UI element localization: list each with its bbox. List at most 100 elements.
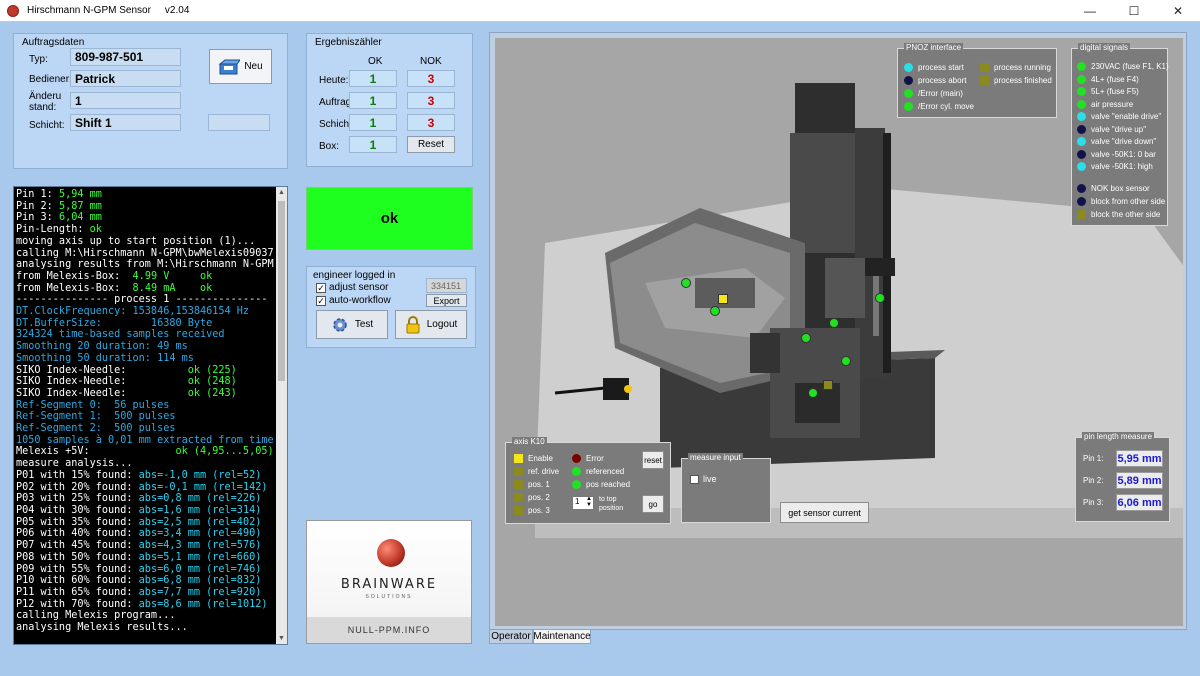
export-button[interactable]: Export [426, 294, 467, 307]
pin2-label: Pin 2: [1083, 476, 1104, 485]
scroll-up-icon[interactable]: ▲ [278, 189, 285, 196]
pin1-label: Pin 1: [1083, 454, 1104, 463]
test-button[interactable]: Test [316, 310, 388, 339]
signal-label: process running [994, 63, 1051, 72]
log-lines: Pin 1: 5,94 mm Pin 2: 5,87 mm Pin 3: 6,04 … [16, 189, 278, 634]
status-led-icon [904, 76, 913, 85]
get-sensor-current-button[interactable]: get sensor current [780, 502, 869, 523]
status-led-icon [1077, 112, 1086, 121]
type-field[interactable]: 809-987-501 [70, 48, 181, 66]
machine-3d-view[interactable]: PNOZ interface process start process abor… [495, 38, 1183, 626]
tab-operator[interactable]: Operator [489, 629, 533, 644]
live-checkbox[interactable] [690, 475, 699, 484]
log-text: from Melexis-Box: [16, 270, 133, 282]
status-led-icon [1077, 87, 1086, 96]
log-line: Pin-Length: ok [16, 224, 278, 236]
log-text: P02 with 20% found: [16, 481, 139, 493]
status-led-icon [1077, 74, 1086, 84]
axis-reset-button[interactable]: reset [642, 451, 664, 469]
signal-label: valve -50K1: 0 bar [1091, 149, 1156, 159]
minimize-button[interactable]: — [1068, 0, 1112, 22]
status-led-icon [572, 467, 581, 476]
log-text: --------------- process 1 --------------… [16, 294, 268, 306]
log-scroll-thumb[interactable] [278, 201, 285, 381]
log-value: abs=-1,0 mm (rel=52) [138, 469, 262, 481]
engineer-panel: engineer logged in 334151 ✓ adjust senso… [306, 266, 476, 348]
status-led-icon [1077, 62, 1086, 71]
signal-indicator: 5L+ (fuse F5) [1077, 87, 1139, 96]
gear-icon [333, 317, 347, 332]
log-line: DT.BufferSize: 16380 Byte [16, 318, 278, 330]
signal-label: air pressure [1091, 99, 1134, 109]
change-field[interactable]: 1 [70, 92, 181, 109]
log-value: abs=4,3 mm (rel=576) [138, 540, 262, 552]
log-text: Ref-Segment 0: 56 pulses [16, 399, 170, 411]
signal-indicator: process start [904, 63, 964, 72]
new-order-button[interactable]: Neu [209, 49, 272, 84]
signal-label: valve -50K1: high [1091, 162, 1153, 171]
signal-label: process finished [994, 76, 1052, 85]
machine-status-led-icon [681, 278, 691, 288]
type-label: Typ: [29, 54, 48, 65]
log-value: abs=3,4 mm (rel=490) [138, 528, 262, 540]
status-led-icon [1077, 197, 1086, 206]
log-scrollbar[interactable]: ▲ ▼ [276, 187, 287, 644]
close-button[interactable]: ✕ [1156, 0, 1200, 22]
log-value: abs=7,7 mm (rel=920) [138, 586, 262, 598]
log-line: from Melexis-Box: 4.99 V ok [16, 271, 278, 283]
log-line: P01 with 15% found: abs=-1,0 mm (rel=52) [16, 470, 278, 482]
tab-maintenance[interactable]: Maintenance [533, 629, 591, 644]
shift-ok-count: 1 [349, 114, 397, 131]
log-value: 6,04 mm [58, 212, 102, 224]
log-value: ok (248) [187, 376, 237, 388]
status-square-icon [514, 480, 523, 489]
log-line: calling M:\Hirschmann N-GPM\bwMelexis090… [16, 248, 278, 260]
log-line: SIKO Index-Needle: ok (243) [16, 388, 278, 400]
status-square-icon [514, 467, 523, 476]
log-value: abs=-0,1 mm (rel=142) [138, 481, 268, 493]
reset-counter-button[interactable]: Reset [407, 136, 455, 153]
logout-button[interactable]: Logout [395, 310, 467, 339]
log-text: 1050 samples à 0,01 mm extracted from ti… [16, 434, 274, 446]
lock-icon [406, 315, 420, 333]
log-line: P08 with 50% found: abs=5,1 mm (rel=660) [16, 552, 278, 564]
to-top-label: to top position [599, 496, 624, 512]
shift-extra-field[interactable] [208, 114, 270, 131]
log-value: abs=8,6 mm (rel=1012) [138, 598, 268, 610]
machine-status-led-icon [710, 306, 720, 316]
operator-field[interactable]: Patrick [70, 70, 181, 87]
log-line: Smoothing 20 duration: 49 ms [16, 341, 278, 353]
signal-indicator: /Error cyl. move [904, 102, 974, 111]
signal-indicator: 4L+ (fuse F4) [1077, 74, 1139, 84]
log-text: P03 with 25% found: [16, 493, 139, 505]
log-line: P03 with 25% found: abs=0,8 mm (rel=226) [16, 493, 278, 505]
log-value: 5,94 mm [58, 189, 102, 200]
scroll-down-icon[interactable]: ▼ [278, 635, 285, 642]
maximize-button[interactable]: ☐ [1112, 0, 1156, 22]
shift-label: Schicht: [29, 120, 65, 131]
status-led-icon [1077, 149, 1086, 159]
box-count: 1 [349, 136, 397, 153]
adjust-sensor-label: adjust sensor [329, 282, 389, 293]
app-version: v2.04 [164, 5, 190, 16]
axis-position-stepper[interactable]: 1 ▲ ▼ [572, 496, 594, 510]
signal-indicator: process finished [980, 76, 1052, 85]
pin3-value: 6,06 mm [1116, 494, 1163, 511]
log-line: P04 with 30% found: abs=1,6 mm (rel=314) [16, 505, 278, 517]
stepper-arrows-icon[interactable]: ▲ ▼ [586, 496, 592, 508]
shift-field[interactable]: Shift 1 [70, 114, 181, 131]
adjust-sensor-checkbox[interactable]: ✓ [316, 283, 326, 293]
log-text: SIKO Index-Needle: [16, 387, 188, 399]
log-line: Ref-Segment 0: 56 pulses [16, 400, 278, 412]
log-line: P05 with 35% found: abs=2,5 mm (rel=402) [16, 517, 278, 529]
status-square-icon [514, 493, 523, 502]
signal-indicator: /Error (main) [904, 89, 963, 98]
axis-go-button[interactable]: go [642, 495, 664, 513]
log-text: Smoothing 50 duration: 114 ms [16, 352, 194, 364]
window-title: Hirschmann N-GPM Sensor [27, 5, 151, 16]
log-text: P04 with 30% found: [16, 504, 139, 516]
auto-workflow-checkbox[interactable]: ✓ [316, 296, 326, 306]
log-console[interactable]: Pin 1: 5,94 mm Pin 2: 5,87 mm Pin 3: 6,04 … [13, 186, 288, 645]
log-line: 1050 samples à 0,01 mm extracted from ti… [16, 435, 278, 447]
today-nok-count: 3 [407, 70, 455, 87]
